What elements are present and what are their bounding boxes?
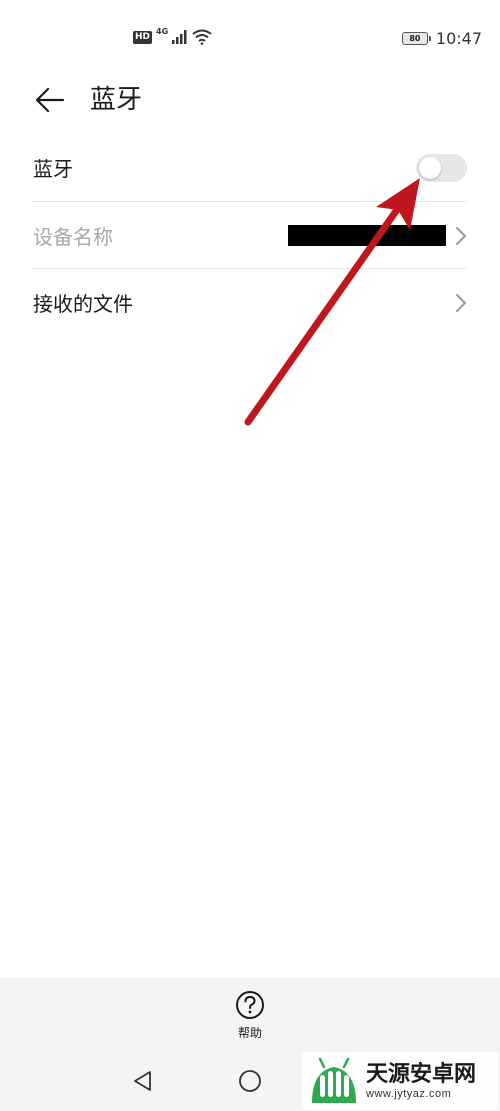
hd-badge: HD [133,30,153,44]
status-time: 10:47 [435,28,482,48]
chevron-right-icon [455,293,467,313]
status-network-group: HD 4G [133,26,212,48]
battery-level: 80 [409,33,421,43]
nav-back-button[interactable] [131,1069,155,1093]
triangle-back-icon [134,1071,151,1091]
watermark-site-url: www.jytyaz.com [366,1088,452,1100]
help-button[interactable]: 帮助 [225,990,275,1048]
status-bar: HD 4G 80 10:47 [0,0,500,72]
page-title: 蓝牙 [90,85,143,115]
wifi-icon [192,29,212,45]
nav-home-button[interactable] [238,1069,262,1093]
status-right-group: 80 10:47 [401,27,482,49]
signal-strength-icon [172,30,187,44]
network-type-label: 4G [156,26,169,36]
battery-icon: 80 [401,31,431,45]
circle-home-icon [239,1070,261,1092]
help-icon [236,991,264,1019]
device-name-value-redacted [288,225,446,246]
site-watermark: 天源安卓网 www.jytyaz.com [302,1052,498,1110]
back-button[interactable] [30,80,70,120]
page-header: 蓝牙 [0,72,500,128]
device-name-label: 设备名称 [33,224,113,249]
watermark-site-name: 天源安卓网 [366,1062,477,1087]
android-logo-icon [312,1057,356,1103]
toggle-knob [419,157,441,179]
help-label: 帮助 [237,1026,262,1040]
bluetooth-toggle-row[interactable]: 蓝牙 [33,134,467,201]
received-files-label: 接收的文件 [33,291,133,316]
chevron-right-icon [455,226,467,246]
device-name-row[interactable]: 设备名称 [33,201,467,268]
bluetooth-label: 蓝牙 [33,157,73,181]
arrow-left-icon [35,87,65,113]
received-files-row[interactable]: 接收的文件 [33,268,467,335]
settings-list: 蓝牙 设备名称 接收的文件 [0,134,500,335]
bluetooth-toggle-switch[interactable] [416,154,467,182]
